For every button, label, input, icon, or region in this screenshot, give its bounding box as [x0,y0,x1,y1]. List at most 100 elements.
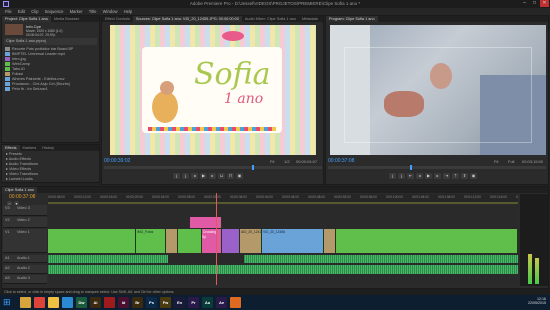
program-scrubber[interactable] [328,166,546,169]
minimize-button[interactable]: – [520,0,529,7]
bin-item[interactable]: Peto fb - fro Seluvar1 [5,87,96,92]
track-v1[interactable]: IMG_Fotos Crossing Sp AID_20_1241 VID_20… [48,229,518,253]
export-frame-icon[interactable]: ◉ [236,173,243,179]
tab-markers[interactable]: Markers [20,145,40,151]
bridge-icon[interactable]: Br [132,297,143,308]
start-icon[interactable]: ⊞ [3,297,15,308]
effects-folder[interactable]: ▸ Lumetri Looks [6,177,95,182]
play-icon[interactable]: ▶ [200,173,207,179]
overwrite-icon[interactable]: ⊓ [227,173,234,179]
lift-icon[interactable]: ⇡ [452,173,459,179]
mark-out-icon[interactable]: } [398,173,405,179]
indesign-icon[interactable]: Id [118,297,129,308]
timeline-timecode[interactable]: 00:00:37:08 [9,194,35,200]
firefox-icon[interactable] [230,297,241,308]
menu-sequence[interactable]: Sequence [45,8,64,15]
source-playhead[interactable] [252,165,254,170]
insert-icon[interactable]: ⊔ [218,173,225,179]
clip-blue[interactable]: VID_20_12456 [262,229,324,253]
track-a1-clip-a[interactable] [48,255,168,263]
tab-program[interactable]: Program: Clipe Sofia 1 ano [326,16,378,22]
step-forward-icon[interactable]: ▸ [209,173,216,179]
card-title: Sofia [194,57,271,92]
work-area-bar[interactable] [48,202,518,204]
menu-edit[interactable]: Edit [18,8,25,15]
clip-v1-a[interactable]: IMG_Fotos [136,229,166,253]
step-back-icon[interactable]: ◂ [416,173,423,179]
track-a2-clip[interactable] [48,265,518,274]
clip-tan-c[interactable] [324,229,336,253]
track-header[interactable]: A1 Audio 1 [3,255,47,263]
go-to-out-icon[interactable]: ⇥ [443,173,450,179]
menu-help[interactable]: Help [124,8,133,15]
meter-right [535,258,539,284]
menu-marker[interactable]: Marker [70,8,83,15]
extract-icon[interactable]: ⇞ [461,173,468,179]
go-to-in-icon[interactable]: ⇤ [407,173,414,179]
mark-in-icon[interactable]: { [389,173,396,179]
flower-border [148,127,276,131]
folder-icon[interactable] [48,297,59,308]
clip-pink[interactable]: Crossing Sp [202,229,222,253]
clip-intro[interactable] [48,229,136,253]
track-v3[interactable] [48,205,518,216]
illustrator-icon[interactable]: Ai [90,297,101,308]
track-a3[interactable] [48,275,518,284]
photoshop-icon[interactable]: Ps [146,297,157,308]
clip-v1-b[interactable] [178,229,202,253]
menu-file[interactable]: File [5,8,12,15]
file-explorer-icon[interactable] [20,297,31,308]
tab-source[interactable]: Sources: Clipe Sofia 1 ano: VID_20_12455… [132,16,242,22]
clip-long[interactable] [336,229,518,253]
after-effects-icon[interactable]: Ae [216,297,227,308]
menu-title[interactable]: Title [89,8,97,15]
step-back-icon[interactable]: ◂ [191,173,198,179]
media-icon[interactable] [62,297,73,308]
chrome-icon[interactable] [34,297,45,308]
timeline-playhead[interactable] [216,193,217,285]
track-header[interactable]: V3 Video 3 [3,205,47,216]
dreamweaver-icon[interactable]: Dw [76,297,87,308]
tab-audio-mixer[interactable]: Audio Mixer: Clipe Sofia 1 ano [242,16,299,22]
clip-tan-a[interactable] [166,229,178,253]
track-header[interactable]: V1 Video 1 [3,229,47,253]
step-forward-icon[interactable]: ▸ [434,173,441,179]
program-playhead[interactable] [410,165,412,170]
pink-title-clip[interactable] [190,217,222,228]
track-header[interactable]: A3 Audio 3 [3,275,47,284]
mark-out-icon[interactable]: } [182,173,189,179]
program-resolution[interactable]: Full [508,159,514,164]
play-icon[interactable]: ▶ [425,173,432,179]
track-name: V1 [5,230,10,234]
program-fit[interactable]: Fit [494,159,498,164]
maximize-button[interactable]: □ [530,0,539,7]
track-header[interactable]: A2 Audio 2 [3,265,47,274]
tab-effect-controls[interactable]: Effect Controls [102,16,133,22]
track-a1-clip-b[interactable] [244,255,518,263]
program-timecode[interactable]: 00:00:37:08 [328,158,354,164]
menu-window[interactable]: Window [103,8,118,15]
premiere-icon[interactable]: Pr [188,297,199,308]
tab-effects[interactable]: Effects [2,145,20,151]
tab-metadata[interactable]: Metadata [299,16,321,22]
track-v2[interactable] [48,217,518,228]
clip-purple[interactable] [222,229,240,253]
close-button[interactable]: ✕ [540,0,549,7]
fireworks-icon[interactable]: Fw [160,297,171,308]
audition-icon[interactable]: Au [202,297,213,308]
acrobat-icon[interactable] [104,297,115,308]
source-timecode[interactable]: 00:00:39:02 [104,158,130,164]
export-frame-icon[interactable]: ◉ [470,173,477,179]
track-header[interactable]: V2 Video 2 [3,217,47,228]
encore-icon[interactable]: En [174,297,185,308]
clip-tan-b[interactable]: AID_20_1241 [240,229,262,253]
tab-history[interactable]: History [39,145,57,151]
tab-sequence[interactable]: Clipe Sofia 1 ano [2,187,37,193]
source-resolution[interactable]: 1/2 [284,159,290,164]
source-scrubber[interactable] [104,166,322,169]
source-fit[interactable]: Fit [270,159,274,164]
bin-label: Tabs.ID [12,67,25,71]
menu-clip[interactable]: Clip [31,8,38,15]
clock[interactable]: 12:16 22/05/2015 [528,297,546,305]
mark-in-icon[interactable]: { [173,173,180,179]
